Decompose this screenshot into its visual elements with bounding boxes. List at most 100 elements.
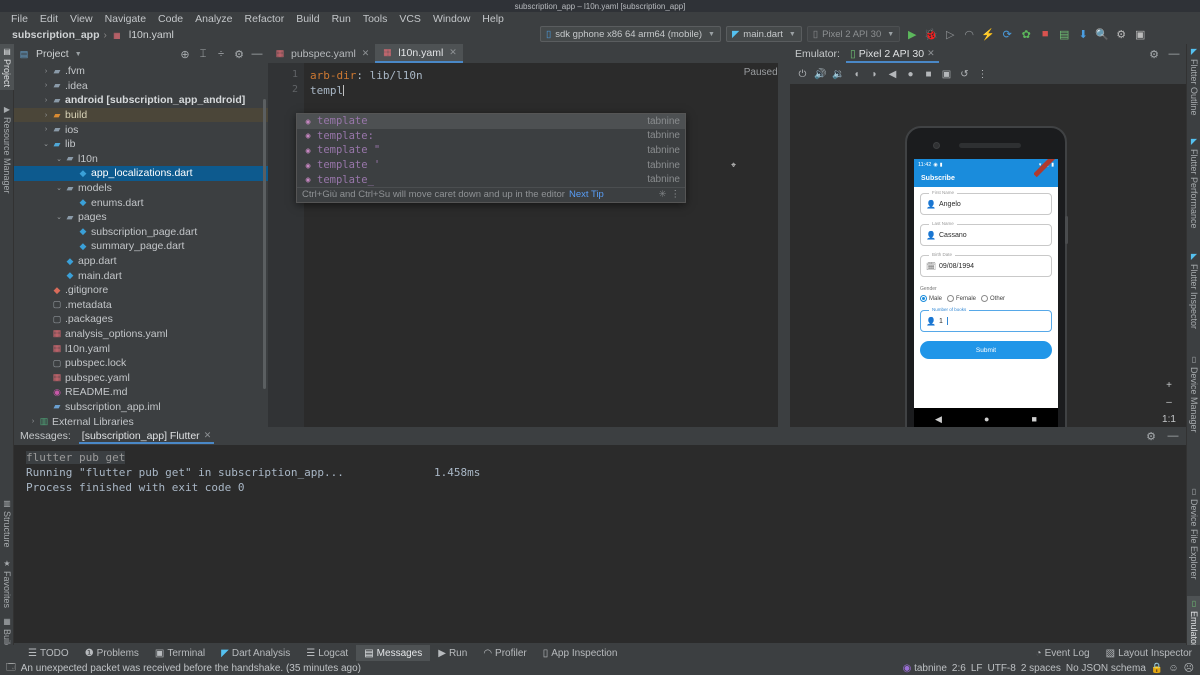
menu-window[interactable]: Window xyxy=(427,12,476,26)
indent-setting[interactable]: 2 spaces xyxy=(1021,663,1061,674)
sidebar-item-emulator[interactable]: ▯ Emulator xyxy=(1187,596,1200,651)
volume-down-icon[interactable]: 🔉 xyxy=(831,67,846,82)
tree-item-pubspec-yaml[interactable]: ▦ pubspec.yaml xyxy=(14,370,268,385)
tree-item-lib[interactable]: ⌄ ▰ lib xyxy=(14,137,268,152)
minimize-icon[interactable]: — xyxy=(1167,47,1181,61)
chevron-down-icon[interactable]: ⌄ xyxy=(54,213,64,221)
face-sad-icon[interactable]: ☹ xyxy=(1184,663,1194,674)
tab-terminal[interactable]: ▣ Terminal xyxy=(147,645,213,661)
menu-tools[interactable]: Tools xyxy=(357,12,394,26)
close-icon[interactable]: ✕ xyxy=(449,47,457,58)
tab-dart-analysis[interactable]: ◤ Dart Analysis xyxy=(213,645,298,661)
tree-item-android-subscription-app-android[interactable]: › ▰ android [subscription_app_android] xyxy=(14,93,268,108)
last-name-field[interactable]: Last Name 👤 Cassano xyxy=(920,221,1052,246)
run-icon[interactable]: ▶ xyxy=(905,27,919,41)
sidebar-item-device-file-explorer[interactable]: ▯ Device File Explorer xyxy=(1187,484,1200,583)
rotate-left-icon[interactable]: ◖ xyxy=(849,67,864,82)
caret-position[interactable]: 2:6 xyxy=(952,663,966,674)
event-log-button[interactable]: ◔ Event Log xyxy=(1028,645,1098,661)
tree-item-analysis-options-yaml[interactable]: ▦ analysis_options.yaml xyxy=(14,327,268,342)
breadcrumb-project[interactable]: subscription_app xyxy=(12,29,100,41)
nav-home-icon[interactable]: ● xyxy=(984,414,989,424)
number-of-books-field[interactable]: Number of books 👤 1 xyxy=(920,307,1052,332)
tree-item-readme-md[interactable]: ◉ README.md xyxy=(14,385,268,400)
tree-item-ios[interactable]: › ▰ ios xyxy=(14,122,268,137)
home-icon[interactable]: ● xyxy=(903,67,918,82)
menu-edit[interactable]: Edit xyxy=(34,12,64,26)
history-icon[interactable]: ↺ xyxy=(957,67,972,82)
tree-item-l10n-yaml[interactable]: ▦ l10n.yaml xyxy=(14,341,268,356)
chevron-down-icon[interactable]: ⌄ xyxy=(41,140,51,148)
tree-item-l10n[interactable]: ⌄ ▰ l10n xyxy=(14,152,268,167)
close-icon[interactable]: ✕ xyxy=(204,430,212,441)
sidebar-item-device-manager[interactable]: ▯ Device Manager xyxy=(1187,352,1200,436)
tree-item-summary-page-dart[interactable]: ◆ summary_page.dart xyxy=(14,239,268,254)
tab-l10n-yaml[interactable]: ▦ l10n.yaml ✕ xyxy=(375,44,463,63)
menu-file[interactable]: File xyxy=(5,12,34,26)
chevron-right-icon[interactable]: › xyxy=(28,418,38,425)
tab-todo[interactable]: ☰ TODO xyxy=(20,645,77,661)
completion-list[interactable]: ◉ template tabnine ◉ template: tabnine ◉ templa… xyxy=(297,114,685,187)
code-completion-popup[interactable]: ◉ template tabnine ◉ template: tabnine ◉ templa… xyxy=(296,113,686,203)
editor-scroll-gutter[interactable] xyxy=(778,63,790,427)
zoom-in-button[interactable]: + xyxy=(1162,379,1176,392)
sync-icon[interactable]: ⬇ xyxy=(1076,27,1090,41)
layout-inspector-button[interactable]: ▧ Layout Inspector xyxy=(1098,645,1200,661)
hot-reload-icon[interactable]: ⚡ xyxy=(981,27,995,41)
sidebar-item-project[interactable]: ▤ Project xyxy=(0,44,14,91)
messages-output[interactable]: flutter pub get Running "flutter pub get… xyxy=(14,445,1186,643)
project-tree[interactable]: › ▰ .fvm › ▰ .idea › ▰ android [subscription_app… xyxy=(14,64,268,427)
more-icon[interactable]: ⋮ xyxy=(671,189,681,200)
run-config-selector[interactable]: ◤ main.dart ▼ xyxy=(725,26,802,42)
emulator-tab[interactable]: ▯ Pixel 2 API 30 ✕ xyxy=(845,46,939,63)
chevron-right-icon[interactable]: › xyxy=(41,82,51,89)
completion-item-0[interactable]: ◉ template tabnine xyxy=(297,114,685,129)
more-icon[interactable]: ⋮ xyxy=(975,67,990,82)
menu-run[interactable]: Run xyxy=(326,12,357,26)
completion-item-2[interactable]: ◉ template " tabnine xyxy=(297,143,685,158)
menu-vcs[interactable]: VCS xyxy=(393,12,427,26)
close-icon[interactable]: ✕ xyxy=(927,48,935,59)
tab-app-inspection[interactable]: ▯ App Inspection xyxy=(535,645,626,661)
completion-item-4[interactable]: ◉ template_ tabnine xyxy=(297,172,685,187)
sidebar-item-flutter-performance[interactable]: ◤ Flutter Performance xyxy=(1187,134,1200,232)
menu-help[interactable]: Help xyxy=(476,12,510,26)
power-icon[interactable]: ⏻ xyxy=(795,67,810,82)
gear-icon[interactable]: ⚙ xyxy=(1144,429,1158,443)
tab-messages[interactable]: ▤ Messages xyxy=(356,645,431,661)
tab-problems[interactable]: ❶ Problems xyxy=(77,645,147,661)
stop-icon[interactable]: ■ xyxy=(1038,27,1052,41)
flutter-devtools-icon[interactable]: ✿ xyxy=(1019,27,1033,41)
minimize-icon[interactable]: — xyxy=(1166,429,1180,443)
chevron-right-icon[interactable]: › xyxy=(41,126,51,133)
profile-icon[interactable]: ◠ xyxy=(962,27,976,41)
debug-icon[interactable]: 🐞 xyxy=(924,27,938,41)
sidebar-item-flutter-inspector[interactable]: ◤ Flutter Inspector xyxy=(1187,249,1200,332)
completion-item-3[interactable]: ◉ template ' tabnine xyxy=(297,158,685,173)
device-screen[interactable]: 11:42 ◉ ▮ ▾ ◢ ▮ Subscribe First Name 👤 A… xyxy=(914,159,1058,408)
nav-recents-icon[interactable]: ■ xyxy=(1032,414,1037,424)
tabnine-status[interactable]: ◉ tabnine xyxy=(903,663,947,674)
lock-icon[interactable]: 🔒 xyxy=(1151,663,1163,674)
device-icon[interactable]: ▤ xyxy=(1057,27,1071,41)
minimize-icon[interactable]: — xyxy=(250,47,264,61)
editor-body[interactable]: 1 2 arb-dir: lib/l10n templ Paused... ◉ t… xyxy=(268,63,790,427)
tree-item-app-localizations-dart[interactable]: ◆ app_localizations.dart xyxy=(14,166,268,181)
birth-date-field[interactable]: Birth Date 🗓 09/08/1994 xyxy=(920,252,1052,277)
back-icon[interactable]: ◀ xyxy=(885,67,900,82)
menu-build[interactable]: Build xyxy=(290,12,325,26)
tree-item-metadata[interactable]: ▢ .metadata xyxy=(14,298,268,313)
first-name-field[interactable]: First Name 👤 Angelo xyxy=(920,190,1052,215)
volume-up-icon[interactable]: 🔊 xyxy=(813,67,828,82)
menu-refactor[interactable]: Refactor xyxy=(239,12,291,26)
chevron-down-icon[interactable]: ▼ xyxy=(75,51,82,58)
tree-item-fvm[interactable]: › ▰ .fvm xyxy=(14,64,268,79)
nav-back-icon[interactable]: ◀ xyxy=(935,414,942,425)
tab-profiler[interactable]: ◠ Profiler xyxy=(475,645,534,661)
close-icon[interactable]: ✕ xyxy=(362,48,370,59)
project-tree-scrollbar[interactable] xyxy=(263,99,266,389)
sidebar-item-resource-manager[interactable]: ▶ Resource Manager xyxy=(0,102,14,197)
expand-all-icon[interactable]: ⌶ xyxy=(196,47,210,61)
submit-button[interactable]: Submit xyxy=(920,341,1052,359)
chevron-right-icon[interactable]: › xyxy=(41,68,51,75)
